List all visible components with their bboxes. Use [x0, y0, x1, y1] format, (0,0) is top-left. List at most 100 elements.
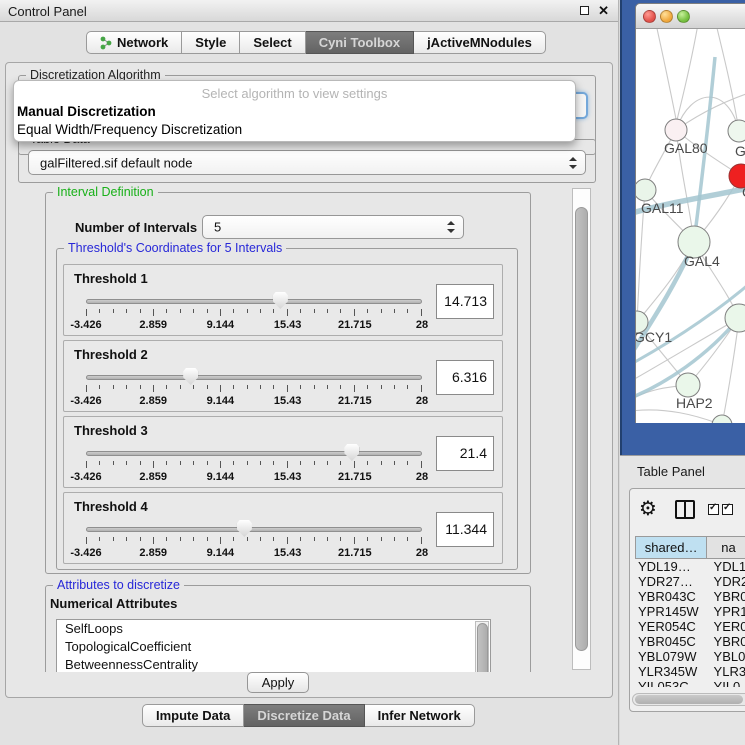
network-node[interactable]	[728, 120, 745, 142]
split-columns-icon[interactable]	[675, 500, 695, 519]
name-cell[interactable]: YDL1	[708, 559, 745, 574]
slider-tick-label: 9.144	[207, 319, 235, 331]
threshold-slider[interactable]: -3.4262.8599.14415.4321.71528	[86, 292, 422, 334]
threshold-slider[interactable]: -3.4262.8599.14415.4321.71528	[86, 520, 422, 562]
table-row[interactable]: YIL053CYIL0	[635, 679, 745, 687]
shared-name-cell[interactable]: YLR345W	[635, 664, 708, 679]
shared-name-cell[interactable]: YDL19…	[635, 559, 708, 574]
algorithm-option-manual[interactable]: Manual Discretization	[16, 104, 156, 119]
network-node[interactable]	[676, 373, 700, 397]
threshold-slider[interactable]: -3.4262.8599.14415.4321.71528	[86, 368, 422, 410]
mac-zoom-icon[interactable]	[677, 10, 690, 23]
name-cell[interactable]: YDR2	[708, 574, 745, 589]
gear-icon[interactable]: ⚙	[639, 496, 657, 520]
network-edge[interactable]	[716, 29, 739, 131]
network-node-label: GCY1	[636, 329, 672, 345]
network-node[interactable]	[712, 415, 732, 423]
number-of-intervals-combobox[interactable]: 5	[202, 215, 464, 239]
slider-ticks	[86, 537, 422, 544]
shared-name-cell[interactable]: YBL079W	[635, 649, 708, 664]
threshold-value-field[interactable]: 14.713	[436, 284, 494, 319]
tab-impute-data[interactable]: Impute Data	[142, 704, 244, 727]
float-window-icon[interactable]	[580, 6, 589, 15]
name-cell[interactable]: YBR0	[708, 589, 745, 604]
table-row[interactable]: YDL19…YDL1	[635, 559, 745, 574]
table-panel-title: Table Panel	[637, 464, 705, 479]
mac-minimize-icon[interactable]	[660, 10, 673, 23]
column-header-name[interactable]: na	[707, 536, 745, 559]
slider-track[interactable]	[86, 299, 422, 304]
table-row[interactable]: YBR043CYBR0	[635, 589, 745, 604]
shared-name-cell[interactable]: YER054C	[635, 619, 708, 634]
table-horizontal-scrollbar[interactable]	[632, 693, 745, 706]
network-edge[interactable]	[656, 29, 676, 119]
shared-name-cell[interactable]: YIL053C	[635, 679, 708, 687]
name-cell[interactable]: YPR1	[708, 604, 745, 619]
network-edge[interactable]	[636, 410, 722, 423]
close-icon[interactable]: ✕	[598, 3, 609, 19]
column-header-shared-name[interactable]: shared…	[635, 536, 707, 559]
tab-select[interactable]: Select	[240, 31, 305, 54]
slider-thumb[interactable]	[344, 444, 359, 461]
table-data-value: galFiltered.sif default node	[40, 155, 192, 170]
threshold-value-field[interactable]: 6.316	[436, 360, 494, 395]
network-edge[interactable]	[677, 29, 698, 120]
network-node[interactable]	[665, 119, 687, 141]
numerical-attributes-list[interactable]: SelfLoopsTopologicalCoefficientBetweenne…	[56, 619, 491, 672]
tab-jactivemnodules[interactable]: jActiveMNodules	[414, 31, 546, 54]
tab-cyni-toolbox[interactable]: Cyni Toolbox	[306, 31, 414, 54]
checkbox-icon[interactable]	[722, 504, 733, 515]
name-cell[interactable]: YBL0	[708, 649, 745, 664]
table-data-combobox[interactable]: galFiltered.sif default node	[28, 150, 586, 175]
threshold-value-field[interactable]: 21.4	[436, 436, 494, 471]
number-of-intervals-label: Number of Intervals	[75, 220, 197, 235]
settings-vertical-scrollbar[interactable]	[572, 188, 591, 670]
network-view-window[interactable]: GAL80GAGAL11CGAL4GCY1HHAP2	[635, 3, 745, 423]
attribute-list-item[interactable]: SelfLoops	[57, 620, 490, 638]
tab-infer-network[interactable]: Infer Network	[365, 704, 475, 727]
threshold-slider[interactable]: -3.4262.8599.14415.4321.71528	[86, 444, 422, 486]
checkbox-icon[interactable]	[708, 504, 719, 515]
table-row[interactable]: YPR145WYPR1	[635, 604, 745, 619]
slider-tick-label: -3.426	[70, 319, 101, 331]
network-node[interactable]	[636, 179, 656, 201]
numerical-attributes-label: Numerical Attributes	[50, 596, 177, 611]
attribute-list-item[interactable]: BetweennessCentrality	[57, 656, 490, 672]
slider-tick-label: 21.715	[338, 471, 372, 483]
shared-name-cell[interactable]: YBR043C	[635, 589, 708, 604]
algorithm-option-equal-width[interactable]: Equal Width/Frequency Discretization	[16, 122, 242, 137]
cyni-mode-tabs: Impute Data Discretize Data Infer Network	[142, 704, 475, 727]
shared-name-cell[interactable]: YBR045C	[635, 634, 708, 649]
tab-label: Discretize Data	[257, 708, 350, 723]
tab-discretize-data[interactable]: Discretize Data	[244, 704, 364, 727]
slider-track[interactable]	[86, 451, 422, 456]
tab-label: Style	[195, 35, 226, 50]
shared-name-cell[interactable]: YDR27…	[635, 574, 708, 589]
network-edge[interactable]	[636, 318, 739, 381]
table-row[interactable]: YER054CYER0	[635, 619, 745, 634]
threshold-value-field[interactable]: 11.344	[436, 512, 494, 547]
name-cell[interactable]: YIL0	[708, 679, 745, 687]
name-cell[interactable]: YBR0	[708, 634, 745, 649]
table-row[interactable]: YBL079WYBL0	[635, 649, 745, 664]
mac-close-icon[interactable]	[643, 10, 656, 23]
shared-name-cell[interactable]: YPR145W	[635, 604, 708, 619]
name-cell[interactable]: YER0	[708, 619, 745, 634]
apply-button[interactable]: Apply	[247, 672, 309, 693]
slider-thumb[interactable]	[183, 368, 198, 385]
attributes-list-scrollbar[interactable]	[475, 621, 489, 672]
slider-track[interactable]	[86, 375, 422, 380]
network-canvas[interactable]: GAL80GAGAL11CGAL4GCY1HHAP2	[636, 29, 745, 423]
slider-track[interactable]	[86, 527, 422, 532]
slider-tick-label: -3.426	[70, 471, 101, 483]
attribute-list-item[interactable]: TopologicalCoefficient	[57, 638, 490, 656]
table-row[interactable]: YLR345WYLR3	[635, 664, 745, 679]
tab-network[interactable]: Network	[86, 31, 182, 54]
table-row[interactable]: YDR27…YDR2	[635, 574, 745, 589]
slider-thumb[interactable]	[273, 292, 288, 309]
tab-style[interactable]: Style	[182, 31, 240, 54]
slider-thumb[interactable]	[237, 520, 252, 537]
name-cell[interactable]: YLR3	[708, 664, 745, 679]
network-node-label: GAL11	[641, 200, 684, 216]
table-row[interactable]: YBR045CYBR0	[635, 634, 745, 649]
